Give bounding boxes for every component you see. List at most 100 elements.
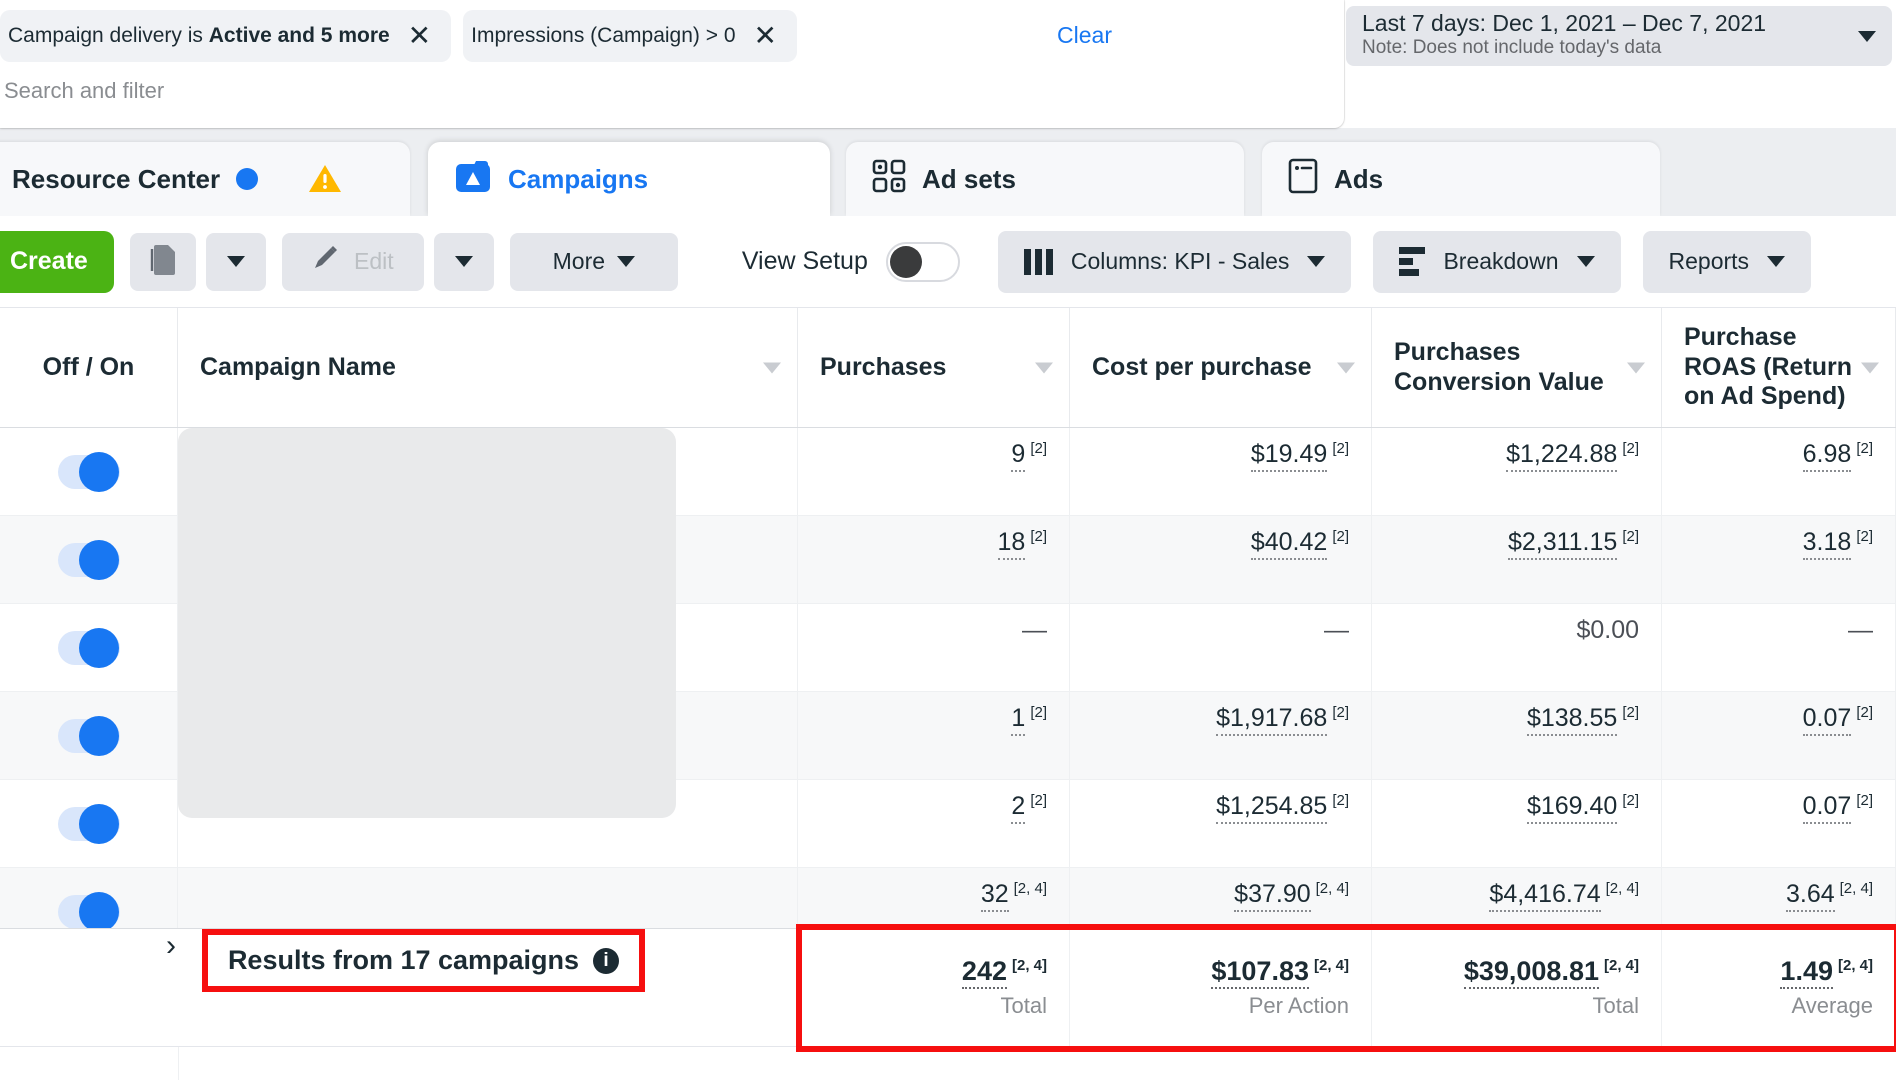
- cell-value: $138.55: [1527, 704, 1617, 736]
- info-icon[interactable]: i: [593, 948, 619, 974]
- row-off-on-cell: [0, 780, 178, 867]
- cell-value: —: [1848, 616, 1873, 645]
- chevron-down-icon[interactable]: [1858, 31, 1876, 42]
- tab-campaigns[interactable]: Campaigns: [428, 142, 830, 216]
- footnote-marker: [2]: [1030, 440, 1047, 457]
- clear-filters-button[interactable]: Clear: [1057, 22, 1112, 49]
- duplicate-icon: [148, 242, 178, 282]
- breakdown-button[interactable]: Breakdown: [1373, 231, 1620, 293]
- row-purchases-cell: 9 [2]: [798, 428, 1070, 515]
- chevron-down-icon[interactable]: [1035, 362, 1053, 373]
- totals-purchases-value: 242[2, 4]: [962, 956, 1047, 987]
- totals-purchases-cell: 242[2, 4] Total: [798, 929, 1070, 1046]
- campaign-toggle-switch[interactable]: [58, 455, 120, 489]
- reports-button[interactable]: Reports: [1643, 231, 1812, 293]
- tab-ads[interactable]: Ads: [1262, 142, 1660, 216]
- row-purchases-cell: 1 [2]: [798, 692, 1070, 779]
- campaign-toggle-switch[interactable]: [58, 543, 120, 577]
- totals-roas-cell: 1.49[2, 4] Average: [1662, 929, 1896, 1046]
- chevron-down-icon[interactable]: [1861, 362, 1879, 373]
- cell-value: 3.18: [1803, 528, 1852, 560]
- tab-resource-center[interactable]: Resource Center: [0, 142, 410, 216]
- cell-value: $1,917.68: [1216, 704, 1327, 736]
- columns-button[interactable]: Columns: KPI - Sales: [998, 231, 1352, 293]
- footnote-marker: [2]: [1856, 792, 1873, 809]
- campaign-toggle-switch[interactable]: [58, 719, 120, 753]
- totals-roas-value: 1.49[2, 4]: [1780, 956, 1873, 987]
- date-range-text: Last 7 days: Dec 1, 2021 – Dec 7, 2021 N…: [1362, 11, 1858, 61]
- footnote-marker: [2, 4]: [1014, 880, 1047, 897]
- close-icon[interactable]: ✕: [754, 22, 777, 50]
- view-setup-label: View Setup: [742, 247, 868, 276]
- footnote-marker: [2]: [1332, 528, 1349, 545]
- row-cost-per-purchase-cell: $19.49[2]: [1070, 428, 1372, 515]
- chevron-right-icon[interactable]: ›: [166, 929, 176, 963]
- chevron-down-icon: [227, 256, 245, 267]
- footnote-marker: [2]: [1332, 440, 1349, 457]
- table-header-row: Off / On Campaign Name Purchases Cost pe…: [0, 308, 1896, 428]
- footnote-marker: [2, 4]: [1840, 880, 1873, 897]
- chevron-down-icon[interactable]: [1627, 362, 1645, 373]
- date-range-note: Note: Does not include today's data: [1362, 36, 1858, 61]
- more-button[interactable]: More: [510, 233, 678, 291]
- footnote-marker: [2]: [1332, 704, 1349, 721]
- footnote-marker: [2, 4]: [1606, 880, 1639, 897]
- cell-value: 1: [1011, 704, 1025, 736]
- columns-icon: [1024, 249, 1053, 275]
- cell-value: $0.00: [1576, 616, 1639, 645]
- tab-ad-sets[interactable]: Ad sets: [846, 142, 1244, 216]
- campaign-toggle-switch[interactable]: [58, 807, 120, 841]
- filter-pill-impressions[interactable]: Impressions (Campaign) > 0 ✕: [463, 10, 797, 62]
- campaign-toggle-switch[interactable]: [58, 631, 120, 665]
- row-cost-per-purchase-cell: $40.42[2]: [1070, 516, 1372, 603]
- view-setup-toggle[interactable]: [886, 242, 960, 282]
- row-purchases-cell: 2[2]: [798, 780, 1070, 867]
- duplicate-dropdown-button[interactable]: [206, 233, 266, 291]
- cell-value: 9: [1011, 440, 1025, 472]
- cell-value: 32: [981, 880, 1009, 912]
- breakdown-icon: [1399, 247, 1425, 276]
- cell-value: 6.98: [1803, 440, 1852, 472]
- column-header-purchase-roas: Purchase ROAS (Return on Ad Spend): [1662, 308, 1896, 427]
- totals-cpp-value: $107.83[2, 4]: [1211, 956, 1349, 987]
- filter-pill-row: Campaign delivery is Active and 5 more ✕…: [0, 10, 797, 62]
- edit-button[interactable]: Edit: [282, 233, 424, 291]
- edit-dropdown-button[interactable]: [434, 233, 494, 291]
- footnote-marker: [2]: [1622, 704, 1639, 721]
- totals-pcv-value: $39,008.81[2, 4]: [1464, 956, 1639, 987]
- cell-value: 0.07: [1803, 792, 1852, 824]
- tab-label: Campaigns: [508, 164, 648, 195]
- view-setup-control: View Setup: [742, 242, 960, 282]
- create-button[interactable]: Create: [0, 231, 114, 293]
- row-purchases-conversion-value-cell: $138.55 [2]: [1372, 692, 1662, 779]
- search-input[interactable]: Search and filter: [4, 78, 164, 104]
- footnote-marker: [2]: [1030, 528, 1047, 545]
- tab-label: Ad sets: [922, 164, 1016, 195]
- columns-label: Columns: KPI - Sales: [1071, 248, 1290, 275]
- table-bottom-strip: [0, 1046, 1896, 1080]
- duplicate-button[interactable]: [130, 233, 196, 291]
- totals-pcv-sublabel: Total: [1593, 993, 1639, 1019]
- cell-value: 0.07: [1803, 704, 1852, 736]
- footnote-marker: [2]: [1622, 528, 1639, 545]
- footnote-marker: [2]: [1856, 528, 1873, 545]
- chevron-down-icon[interactable]: [763, 362, 781, 373]
- cell-value: $1,224.88: [1506, 440, 1617, 472]
- chevron-down-icon: [1577, 256, 1595, 267]
- totals-pcv-cell: $39,008.81[2, 4] Total: [1372, 929, 1662, 1046]
- footnote-marker: [2]: [1622, 440, 1639, 457]
- totals-cpp-cell: $107.83[2, 4] Per Action: [1070, 929, 1372, 1046]
- row-purchase-roas-cell: —: [1662, 604, 1896, 691]
- chevron-down-icon[interactable]: [1337, 362, 1355, 373]
- blue-dot-icon: [236, 168, 258, 190]
- date-range-picker[interactable]: Last 7 days: Dec 1, 2021 – Dec 7, 2021 N…: [1346, 6, 1892, 66]
- campaign-toggle-switch[interactable]: [58, 895, 120, 929]
- chevron-down-icon: [617, 256, 635, 267]
- results-summary-highlight[interactable]: Results from 17 campaigns i: [202, 929, 645, 992]
- filter-pill-campaign-delivery[interactable]: Campaign delivery is Active and 5 more ✕: [0, 10, 451, 62]
- tab-label: Resource Center: [12, 164, 220, 195]
- footnote-marker: [2]: [1030, 704, 1047, 721]
- redacted-campaign-names-overlay: [178, 428, 676, 818]
- footnote-marker: [2]: [1332, 792, 1349, 809]
- close-icon[interactable]: ✕: [408, 22, 431, 50]
